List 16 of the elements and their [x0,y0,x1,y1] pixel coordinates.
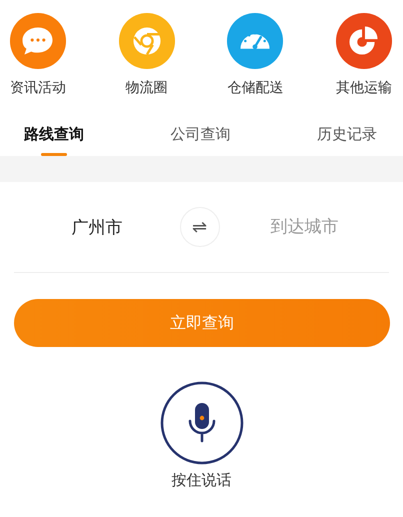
ring-icon[interactable] [118,12,176,70]
gauge-icon[interactable] [226,12,284,70]
tab[interactable]: 公司查询 [164,125,236,156]
shortcut-label: 其他运输 [336,79,392,97]
swap-button[interactable]: ⇌ [180,207,220,247]
destination-field[interactable]: 到达城市 [220,216,389,238]
tab[interactable]: 路线查询 [18,125,90,156]
departure-city[interactable]: 广州市 [14,216,180,238]
shortcut-label: 物流圈 [126,79,168,97]
hold-to-talk-label: 按住说话 [172,471,232,490]
shortcut-label: 资讯活动 [10,79,66,97]
tab[interactable]: 历史记录 [311,125,383,156]
microphone-button[interactable] [160,381,244,465]
shortcut-label: 仓储配送 [227,79,284,97]
pie-chart-icon[interactable] [334,12,393,70]
chat-bubble-icon[interactable] [9,12,67,70]
